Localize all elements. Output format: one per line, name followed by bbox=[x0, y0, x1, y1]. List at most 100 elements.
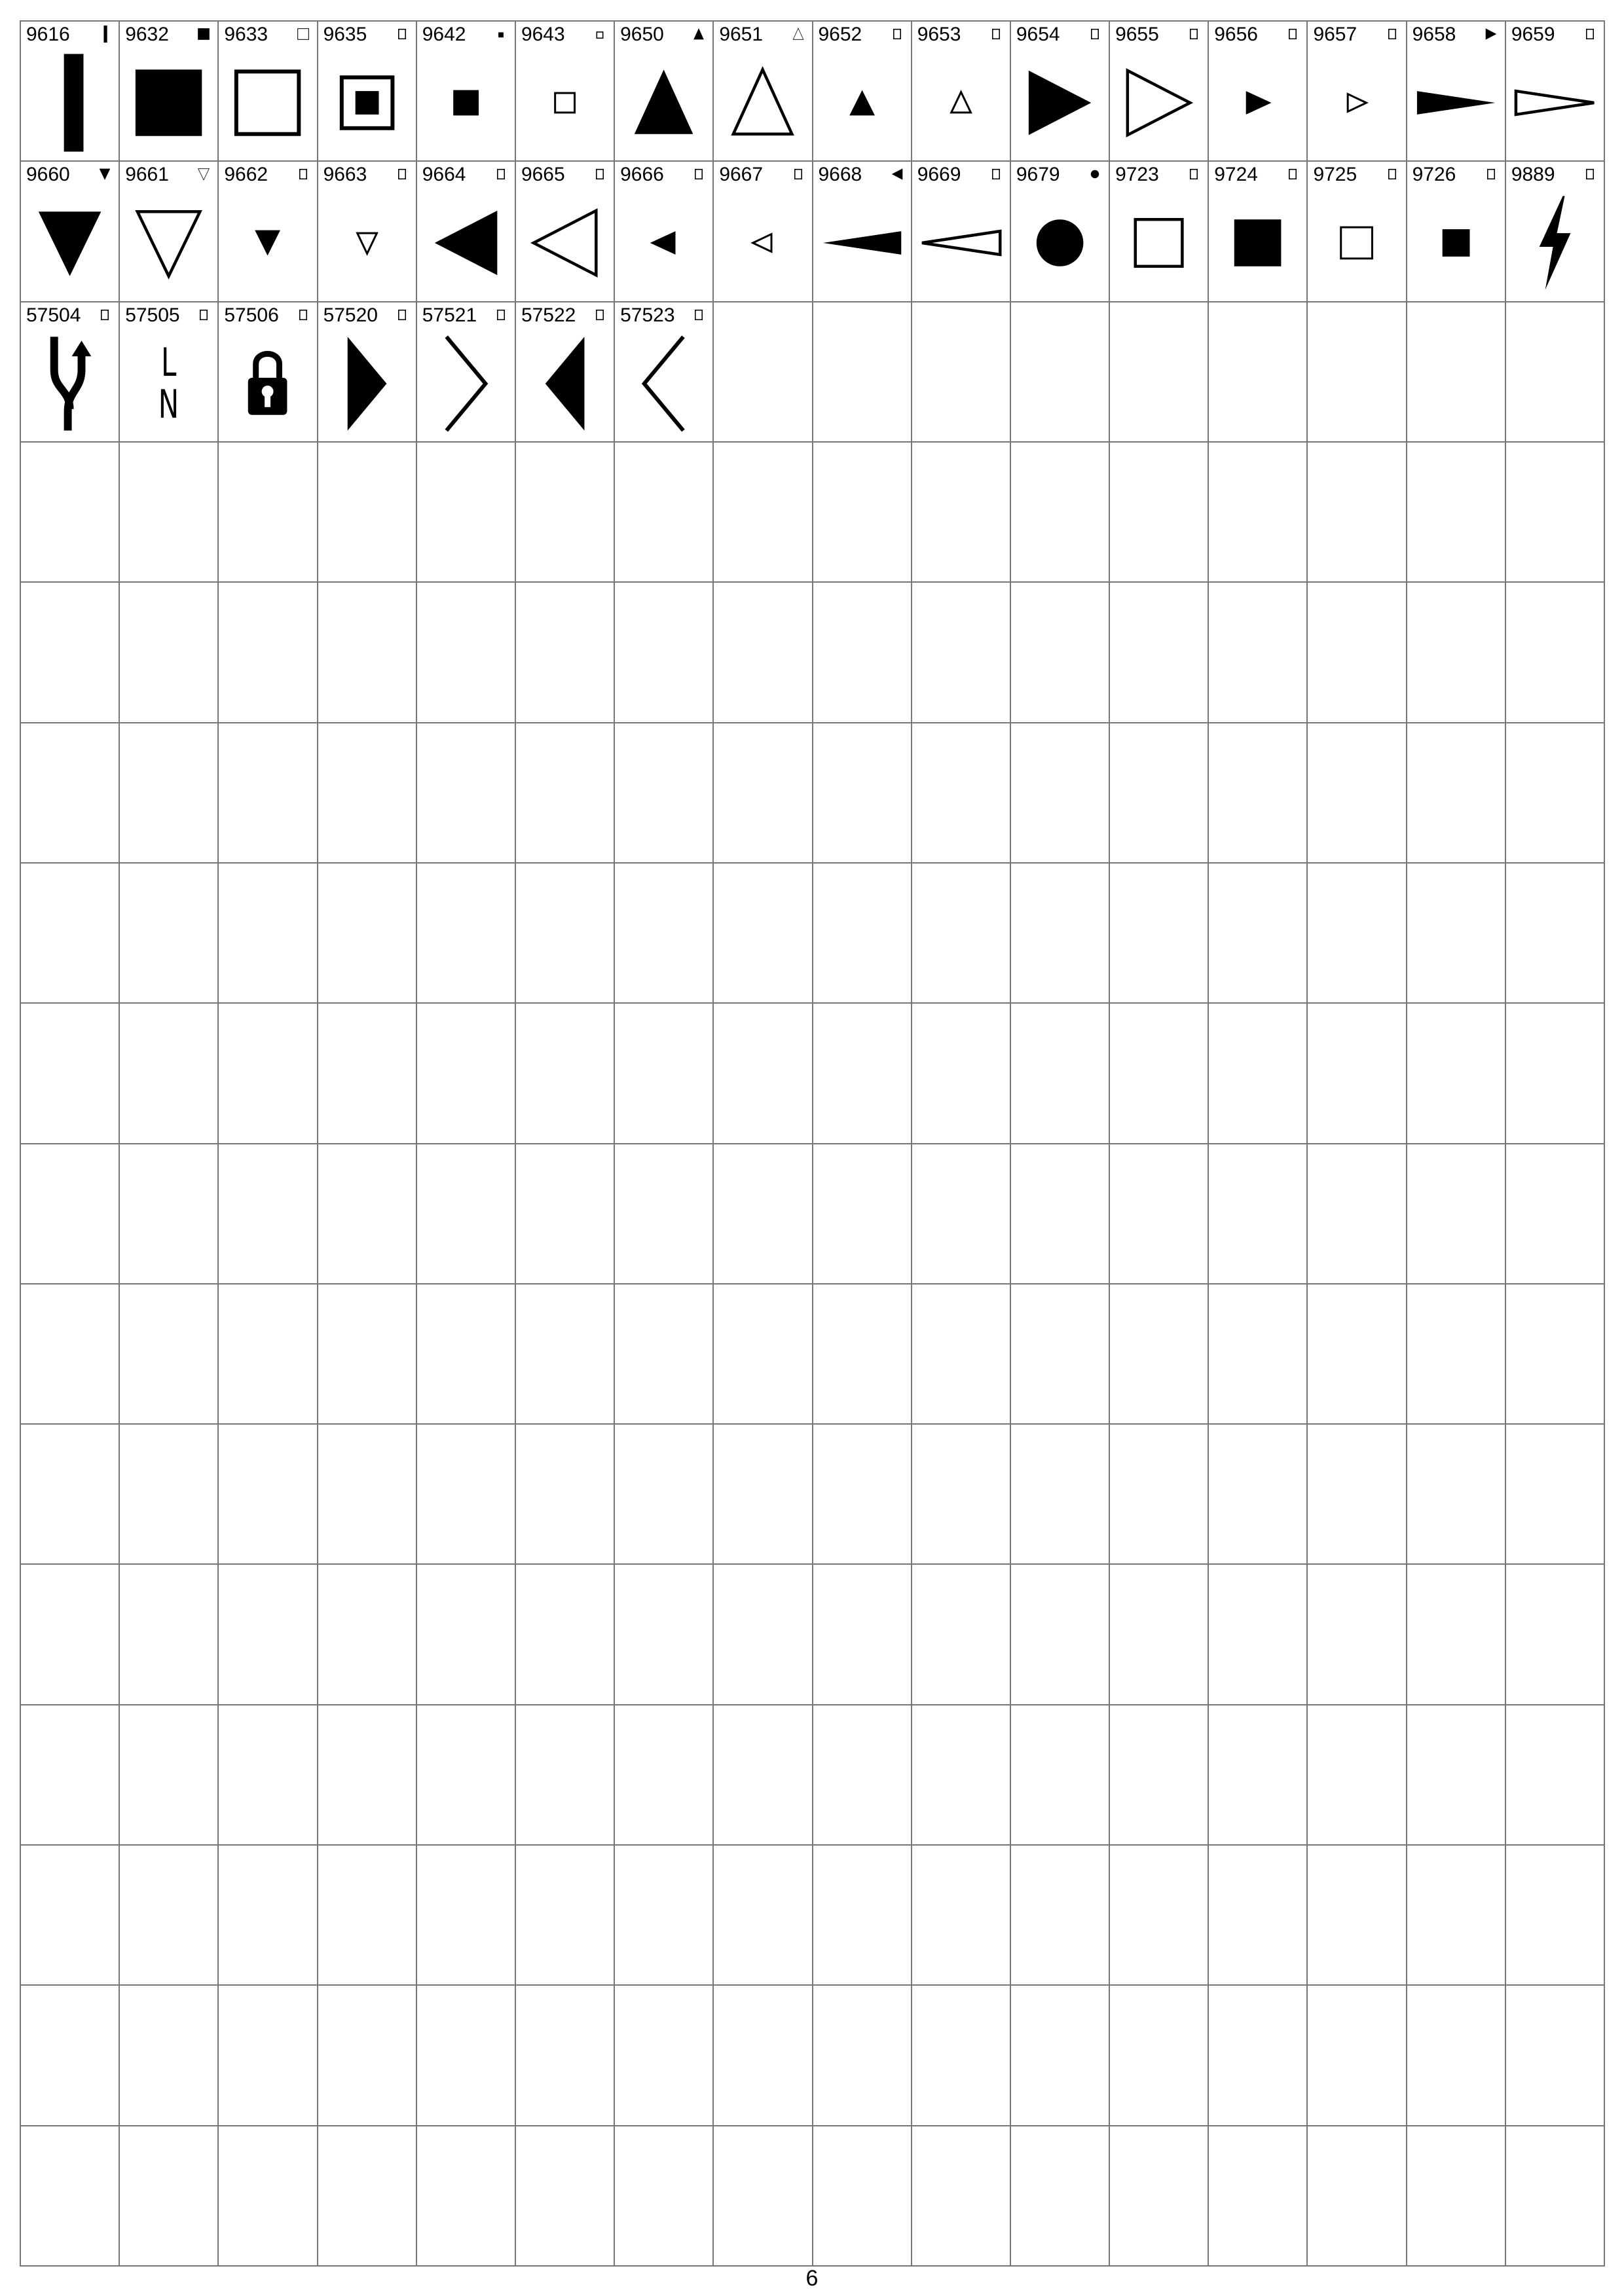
empty-cell bbox=[910, 1563, 1011, 1705]
empty-cell bbox=[415, 2124, 516, 2267]
empty-cell bbox=[1009, 1423, 1111, 1565]
glyph-cell: 9616 bbox=[19, 20, 120, 162]
empty-cell bbox=[1009, 1704, 1111, 1846]
empty-cell bbox=[316, 1563, 417, 1705]
empty-cell bbox=[119, 2124, 219, 2267]
empty-cell bbox=[217, 1142, 318, 1285]
glyph-cell: 9642 bbox=[415, 20, 516, 162]
medium-filled-square-icon bbox=[1209, 189, 1306, 297]
empty-cell bbox=[1109, 1563, 1209, 1705]
empty-cell bbox=[1306, 2124, 1407, 2267]
glyph-cell: 9679 bbox=[1009, 160, 1111, 302]
glyph-code: 9643 bbox=[521, 24, 565, 45]
small-filled-triangle-down-icon bbox=[219, 189, 316, 297]
empty-cell bbox=[316, 1002, 417, 1144]
empty-cell bbox=[1208, 1142, 1308, 1285]
filled-triangle-left-icon bbox=[889, 164, 906, 184]
glyph-cell: 9669 bbox=[910, 160, 1011, 302]
empty-cell bbox=[119, 441, 219, 583]
small-filled-triangle-left-icon bbox=[616, 189, 712, 297]
empty-cell bbox=[316, 1283, 417, 1425]
empty-cell bbox=[514, 1984, 616, 2126]
glyph-code: 9889 bbox=[1511, 164, 1555, 186]
empty-cell bbox=[119, 1423, 219, 1565]
glyph-cell: 9658 bbox=[1405, 20, 1506, 162]
empty-cell bbox=[415, 862, 516, 1004]
glyph-cell: 9723 bbox=[1109, 160, 1209, 302]
empty-cell bbox=[1109, 721, 1209, 864]
empty-cell bbox=[415, 1142, 516, 1285]
glyph-cell: 9654 bbox=[1009, 20, 1111, 162]
empty-cell bbox=[811, 581, 912, 723]
empty-cell bbox=[1009, 1984, 1111, 2126]
empty-cell bbox=[1109, 1984, 1209, 2126]
empty-cell bbox=[614, 1283, 714, 1425]
filled-circle-icon bbox=[1012, 189, 1108, 297]
glyph-code: 9656 bbox=[1214, 24, 1258, 45]
empty-cell bbox=[415, 581, 516, 723]
empty-cell bbox=[1405, 2124, 1506, 2267]
filled-half-diamond-left-icon bbox=[517, 330, 613, 437]
empty-cell bbox=[415, 721, 516, 864]
outline-triangle-down-icon bbox=[195, 164, 212, 184]
empty-cell bbox=[712, 862, 813, 1004]
empty-cell bbox=[1306, 1002, 1407, 1144]
empty-cell bbox=[1405, 862, 1506, 1004]
glyph-code: 9653 bbox=[917, 24, 961, 45]
glyph-letter: L bbox=[161, 339, 177, 386]
empty-cell bbox=[217, 862, 318, 1004]
empty-cell bbox=[19, 1844, 120, 1986]
outline-triangle-up-icon bbox=[714, 49, 811, 156]
empty-cell bbox=[1504, 441, 1606, 583]
missing-glyph-icon bbox=[591, 305, 608, 325]
small-filled-triangle-up-icon bbox=[814, 49, 910, 156]
empty-cell bbox=[712, 1423, 813, 1565]
glyph-code: 57522 bbox=[521, 304, 576, 326]
empty-cell bbox=[119, 1984, 219, 2126]
empty-cell bbox=[1009, 1142, 1111, 1285]
missing-glyph-icon bbox=[492, 164, 509, 184]
missing-glyph-icon bbox=[1581, 164, 1598, 184]
empty-cell bbox=[415, 1563, 516, 1705]
glyph-cell: 9661 bbox=[119, 160, 219, 302]
empty-cell bbox=[1504, 1844, 1606, 1986]
outline-square-icon bbox=[219, 49, 316, 156]
tiny-filled-square-icon bbox=[492, 24, 509, 44]
empty-cell bbox=[1109, 301, 1209, 443]
filled-triangle-right-icon bbox=[1012, 49, 1108, 156]
glyph-row bbox=[19, 1844, 1606, 1986]
glyph-cell: 9650 bbox=[614, 20, 714, 162]
empty-cell bbox=[614, 1423, 714, 1565]
glyph-code: 9726 bbox=[1412, 164, 1456, 186]
glyph-cell: 9666 bbox=[614, 160, 714, 302]
lane-merge-arrow-icon bbox=[22, 330, 118, 437]
filled-circle-icon bbox=[1086, 164, 1103, 184]
empty-cell bbox=[119, 581, 219, 723]
empty-cell bbox=[19, 1704, 120, 1846]
empty-cell bbox=[614, 581, 714, 723]
missing-glyph-icon bbox=[1284, 24, 1301, 44]
empty-cell bbox=[217, 441, 318, 583]
empty-cell bbox=[1208, 1563, 1308, 1705]
empty-cell bbox=[217, 1283, 318, 1425]
empty-cell bbox=[1504, 2124, 1606, 2267]
page-number: 6 bbox=[805, 2266, 819, 2291]
glyph-code: 9723 bbox=[1115, 164, 1159, 186]
empty-cell bbox=[1405, 581, 1506, 723]
glyph-row bbox=[19, 721, 1606, 864]
empty-cell bbox=[1109, 1283, 1209, 1425]
empty-cell bbox=[119, 1563, 219, 1705]
empty-cell bbox=[910, 1844, 1011, 1986]
glyph-code: 9657 bbox=[1313, 24, 1357, 45]
glyph-cell: 57504 bbox=[19, 301, 120, 443]
glyph-code: 57520 bbox=[323, 304, 378, 326]
empty-cell bbox=[514, 1423, 616, 1565]
glyph-code: 9664 bbox=[422, 164, 466, 186]
empty-cell bbox=[1504, 1563, 1606, 1705]
glyph-code: 9642 bbox=[422, 24, 466, 45]
empty-cell bbox=[1109, 1423, 1209, 1565]
empty-cell bbox=[910, 721, 1011, 864]
empty-cell bbox=[1306, 862, 1407, 1004]
empty-cell bbox=[1208, 2124, 1308, 2267]
empty-cell bbox=[514, 581, 616, 723]
